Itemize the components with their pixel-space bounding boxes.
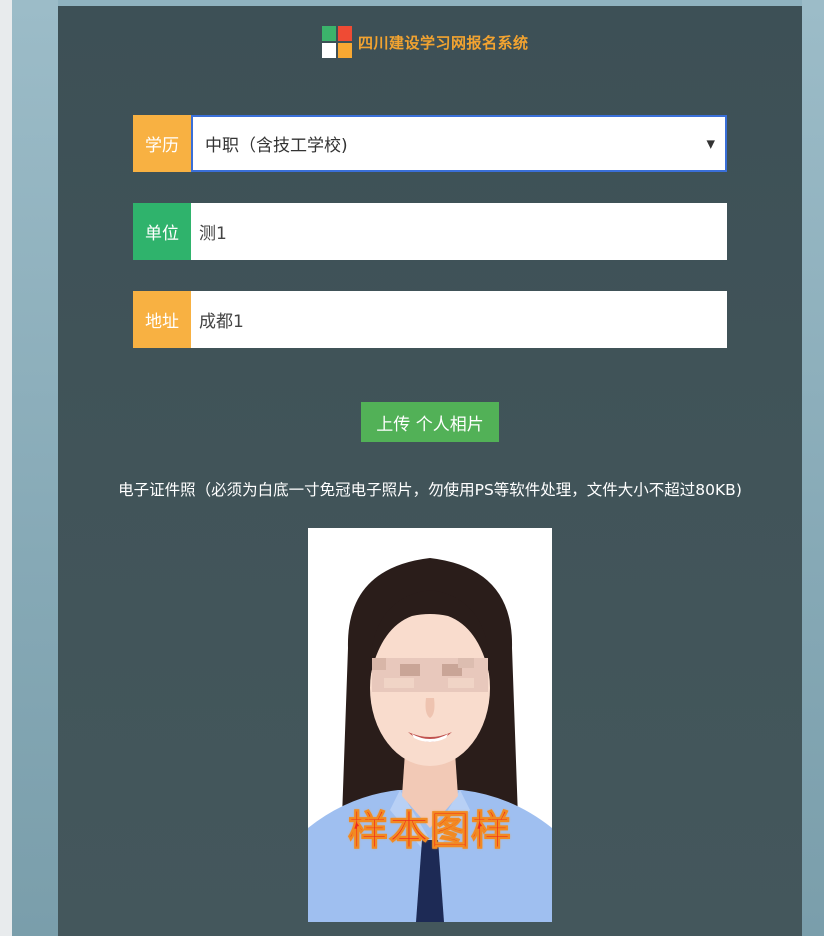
sample-portrait-image	[308, 528, 552, 922]
education-field: 学历 中职（含技工学校) ▼	[133, 115, 727, 172]
photo-requirements-hint: 电子证件照（必须为白底一寸免冠电子照片，勿使用PS等软件处理，文件大小不超过80…	[118, 481, 742, 499]
logo-squares-icon	[322, 26, 352, 58]
page-background-left	[12, 0, 58, 936]
upload-photo-button[interactable]: 上传 个人相片	[361, 402, 499, 442]
page-background-right	[802, 0, 824, 936]
address-input[interactable]: 成都1	[191, 291, 727, 348]
education-select[interactable]: 中职（含技工学校) ▼	[191, 115, 727, 172]
education-selected-value: 中职（含技工学校)	[205, 136, 348, 156]
unit-field: 单位 测1	[133, 203, 727, 260]
unit-label: 单位	[133, 203, 191, 260]
sample-id-photo: 样本图样	[308, 528, 552, 922]
page-edge-strip	[0, 0, 12, 936]
site-logo: 四川建设学习网报名系统	[322, 26, 529, 58]
dropdown-arrow-icon[interactable]: ▼	[707, 137, 715, 150]
sample-watermark: 样本图样	[348, 808, 512, 855]
site-title: 四川建设学习网报名系统	[358, 33, 529, 52]
education-label: 学历	[133, 115, 191, 172]
address-field: 地址 成都1	[133, 291, 727, 348]
address-label: 地址	[133, 291, 191, 348]
unit-input[interactable]: 测1	[191, 203, 727, 260]
